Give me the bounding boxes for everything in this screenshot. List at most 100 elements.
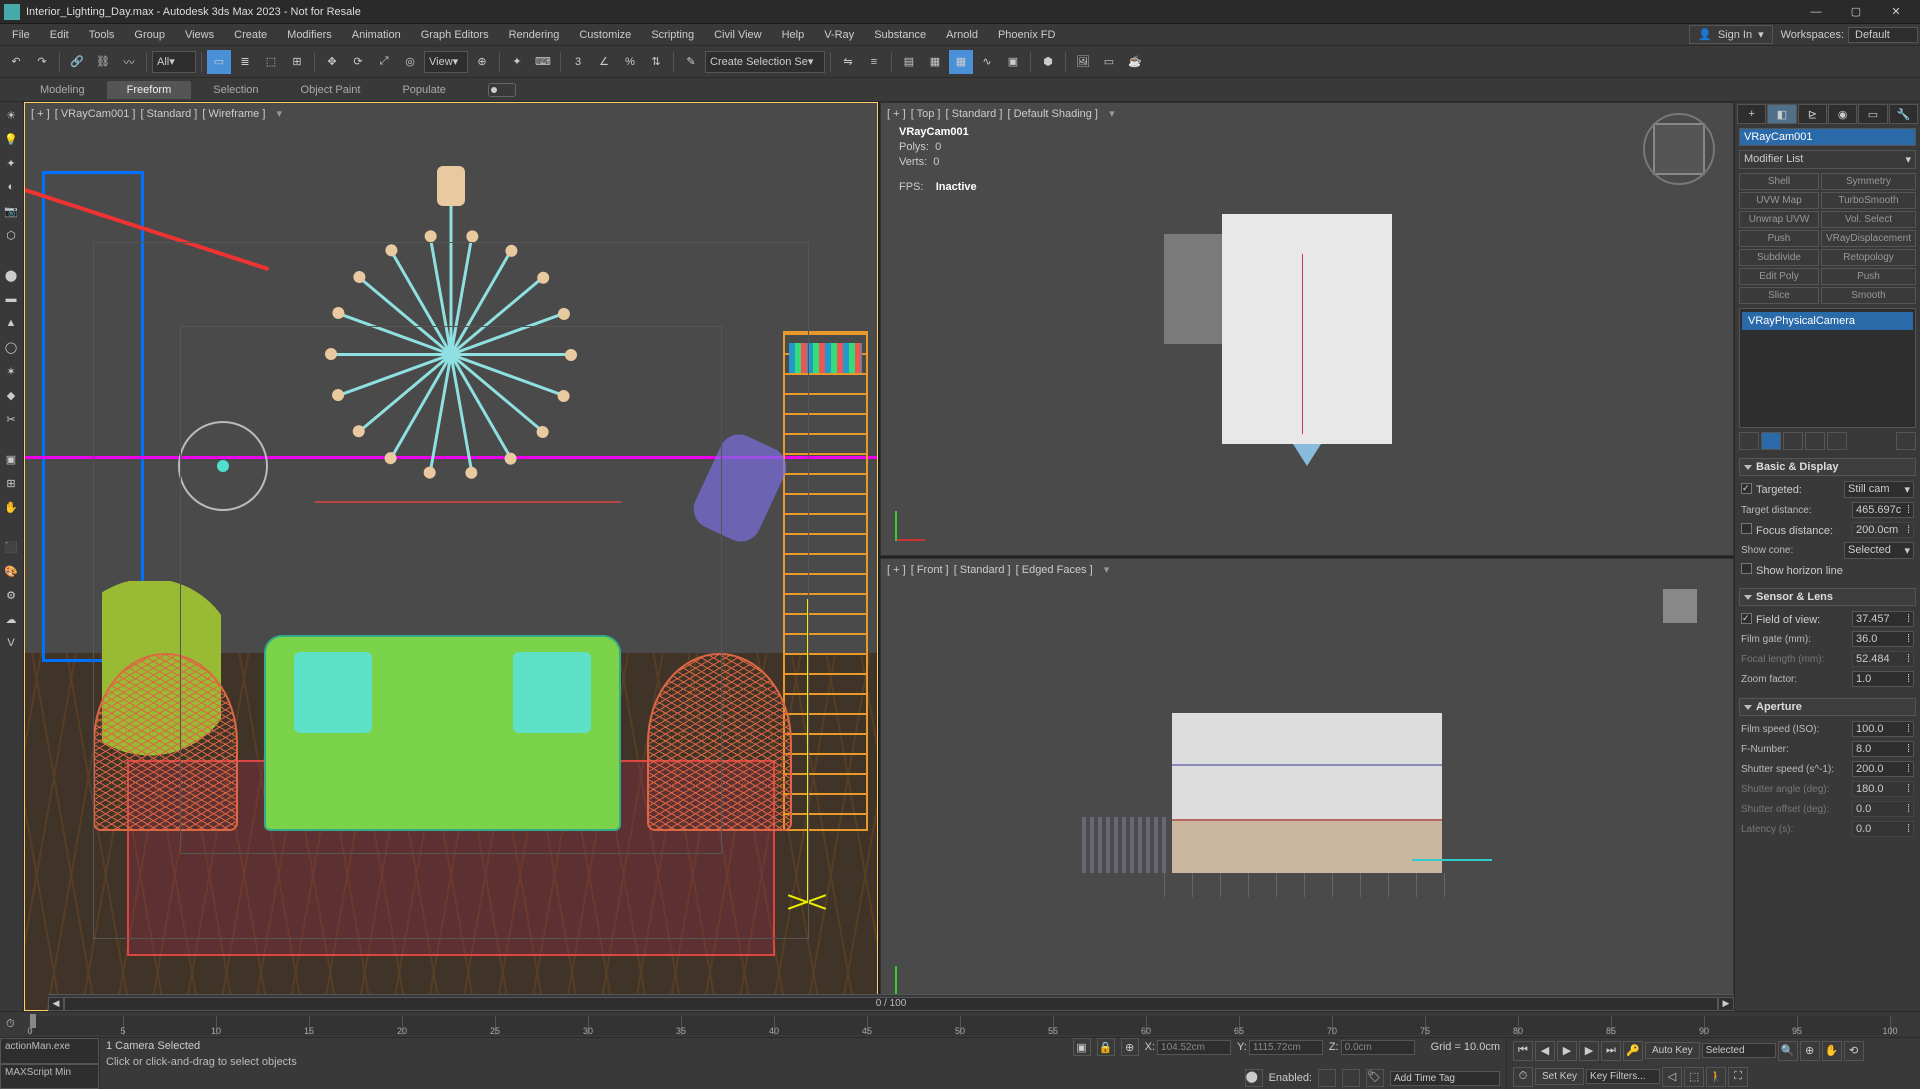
ribbon-tab-populate[interactable]: Populate — [382, 81, 465, 99]
track-next-button[interactable]: ▶ — [1718, 997, 1734, 1011]
angle-snap-button[interactable]: ∠ — [592, 50, 616, 74]
select-object-button[interactable]: ▭ — [207, 50, 231, 74]
arc-rotate-button[interactable]: ⟲ — [1844, 1041, 1864, 1061]
show-cone-select[interactable]: Selected▾ — [1844, 542, 1914, 559]
render-frame-button[interactable]: ▭ — [1097, 50, 1121, 74]
key-mode-button[interactable]: 🔑 — [1623, 1041, 1643, 1061]
rollout-head-sensor[interactable]: Sensor & Lens — [1739, 588, 1916, 606]
time-slider[interactable]: ⏱ 05101520253035404550556065707580859095… — [0, 1011, 1920, 1037]
placement-button[interactable]: ◎ — [398, 50, 422, 74]
mod-unwrap-uvw[interactable]: Unwrap UVW — [1739, 211, 1819, 228]
vray-fur-icon[interactable]: ✶ — [0, 360, 22, 382]
menu-help[interactable]: Help — [772, 26, 815, 44]
zoom-factor-field[interactable]: 1.0⁞ — [1852, 671, 1914, 687]
vray-camera-icon[interactable]: 📷 — [0, 200, 22, 222]
fov-field[interactable]: 37.457⁞ — [1852, 611, 1914, 627]
prev-frame-button[interactable]: ◀ — [1535, 1041, 1555, 1061]
zoom-all-button[interactable]: ⊕ — [1800, 1041, 1820, 1061]
vray-disc-icon[interactable]: ◯ — [0, 336, 22, 358]
vray-hand-icon[interactable]: ✋ — [0, 496, 22, 518]
menu-phoenix-fd[interactable]: Phoenix FD — [988, 26, 1065, 44]
mod-slice[interactable]: Slice — [1739, 287, 1819, 304]
viewport-top[interactable]: [ + ] [ Top ] [ Standard ] [ Default Sha… — [880, 102, 1734, 556]
tab-modify[interactable]: ◧ — [1767, 104, 1796, 124]
move-button[interactable]: ✥ — [320, 50, 344, 74]
render-setup-button[interactable]: 🖼 — [1071, 50, 1095, 74]
named-sel-set-select[interactable]: Create Selection Se ▾ — [705, 51, 825, 73]
ref-coord-select[interactable]: View ▾ — [424, 51, 468, 73]
toggle-scene-explorer-button[interactable]: ▦ — [923, 50, 947, 74]
vray-instancer-icon[interactable]: ⊞ — [0, 472, 22, 494]
menu-file[interactable]: File — [2, 26, 40, 44]
schematic-view-button[interactable]: ▣ — [1001, 50, 1025, 74]
vray-render-icon[interactable]: 🎨 — [0, 560, 22, 582]
toggle-ribbon-button[interactable]: ▦ — [949, 50, 973, 74]
mod-push[interactable]: Push — [1739, 230, 1819, 247]
snap-2d-button[interactable]: 3 — [566, 50, 590, 74]
viewport-front-label[interactable]: [ + ] [ Front ] [ Standard ] [ Edged Fac… — [887, 563, 1114, 576]
pin-stack-button[interactable] — [1739, 432, 1759, 450]
ribbon-tab-selection[interactable]: Selection — [193, 81, 278, 99]
menu-animation[interactable]: Animation — [342, 26, 411, 44]
filter-icon[interactable]: ▾ — [276, 107, 286, 120]
mod-vraydisplacement[interactable]: VRayDisplacement — [1821, 230, 1916, 247]
z-field[interactable]: 0.0cm — [1341, 1040, 1415, 1055]
add-time-tag-field[interactable]: Add Time Tag — [1390, 1071, 1500, 1086]
tab-create[interactable]: + — [1737, 104, 1766, 124]
menu-modifiers[interactable]: Modifiers — [277, 26, 342, 44]
play-button[interactable]: ▶ — [1557, 1041, 1577, 1061]
configure-sets-button[interactable] — [1827, 432, 1847, 450]
mod-turbosmooth[interactable]: TurboSmooth — [1821, 192, 1916, 209]
align-button[interactable]: ≡ — [862, 50, 886, 74]
menu-vray[interactable]: V-Ray — [814, 26, 864, 44]
vray-plane-icon[interactable]: ▬ — [0, 288, 22, 310]
track-prev-button[interactable]: ◀ — [48, 997, 64, 1011]
rollout-head-basic[interactable]: Basic & Display — [1739, 458, 1916, 476]
percent-snap-button[interactable]: % — [618, 50, 642, 74]
vray-sphere-icon[interactable]: ⬤ — [0, 264, 22, 286]
vray-ambient-icon[interactable]: ◐ — [0, 176, 22, 198]
mirror-button[interactable]: ⇋ — [836, 50, 860, 74]
ribbon-tab-freeform[interactable]: Freeform — [107, 81, 192, 99]
fnumber-field[interactable]: 8.0⁞ — [1852, 741, 1914, 757]
stack-item-vrayphysicalcamera[interactable]: VRayPhysicalCamera — [1742, 312, 1913, 330]
mod-uvw-map[interactable]: UVW Map — [1739, 192, 1819, 209]
filter-icon[interactable]: ▾ — [1109, 107, 1119, 120]
time-tag-icon[interactable]: 🏷 — [1366, 1069, 1384, 1087]
mod-smooth[interactable]: Smooth — [1821, 287, 1916, 304]
goto-start-button[interactable]: ⏮ — [1513, 1041, 1533, 1061]
show-end-result-button[interactable] — [1761, 432, 1781, 450]
film-gate-field[interactable]: 36.0⁞ — [1852, 631, 1914, 647]
mod-symmetry[interactable]: Symmetry — [1821, 173, 1916, 190]
menu-rendering[interactable]: Rendering — [499, 26, 570, 44]
undo-button[interactable]: ↶ — [4, 50, 28, 74]
vray-vfb-icon[interactable]: ⬛ — [0, 536, 22, 558]
viewport-front[interactable]: [ + ] [ Front ] [ Standard ] [ Edged Fac… — [880, 558, 1734, 1012]
ribbon-tab-modeling[interactable]: Modeling — [20, 81, 105, 99]
curve-editor-button[interactable]: ∿ — [975, 50, 999, 74]
material-editor-button[interactable]: ⬢ — [1036, 50, 1060, 74]
vray-dome-icon[interactable]: ⬡ — [0, 224, 22, 246]
menu-group[interactable]: Group — [124, 26, 175, 44]
object-name-field[interactable]: VRayCam001 — [1739, 128, 1916, 146]
edit-named-sel-button[interactable]: ✎ — [679, 50, 703, 74]
mod-vol-select[interactable]: Vol. Select — [1821, 211, 1916, 228]
x-field[interactable]: 104.52cm — [1157, 1040, 1231, 1055]
menu-arnold[interactable]: Arnold — [936, 26, 988, 44]
vray-settings-icon[interactable]: ⚙ — [0, 584, 22, 606]
sign-in-button[interactable]: 👤 Sign In ▾ — [1689, 25, 1772, 44]
selection-filter-select[interactable]: All ▾ — [152, 51, 196, 73]
maxscript-listener[interactable]: actionMan.exe MAXScript Min — [0, 1038, 100, 1089]
unlink-button[interactable]: ⛓ — [91, 50, 115, 74]
make-unique-button[interactable] — [1783, 432, 1803, 450]
vray-ies-icon[interactable]: ✦ — [0, 152, 22, 174]
stack-options-button[interactable] — [1896, 432, 1916, 450]
zoom-extents-button[interactable]: 🔍 — [1778, 1041, 1798, 1061]
window-crossing-button[interactable]: ⊞ — [285, 50, 309, 74]
minimize-button[interactable]: — — [1796, 0, 1836, 24]
ribbon-minimize-toggle[interactable] — [488, 83, 516, 97]
vray-sun-icon[interactable]: ☀ — [0, 104, 22, 126]
viewport-top-label[interactable]: [ + ] [ Top ] [ Standard ] [ Default Sha… — [887, 107, 1119, 120]
listener-line-2[interactable]: MAXScript Min — [0, 1064, 99, 1089]
tab-motion[interactable]: ◉ — [1828, 104, 1857, 124]
